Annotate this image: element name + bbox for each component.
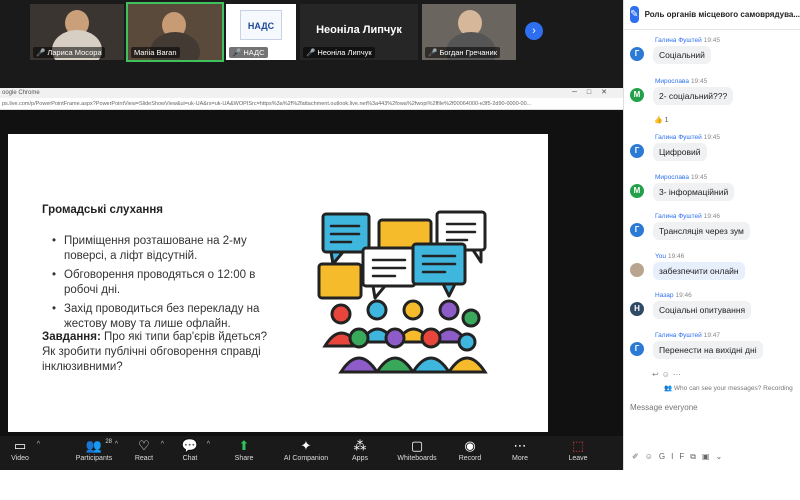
task-label: Завдання: (42, 331, 101, 343)
react-button[interactable]: ♡ React ^ (124, 436, 164, 470)
avatar: Н (630, 302, 644, 316)
screen-share-area: Громадські слухання Приміщення розташова… (0, 110, 623, 463)
avatar: М (630, 88, 644, 102)
apps-button[interactable]: ⁂ Apps (340, 436, 380, 470)
video-tile-1[interactable]: 🎤 Лариса Мосора (30, 4, 124, 60)
chat-bubble[interactable]: Соціальний (653, 46, 711, 64)
camera-icon: ▭ (13, 438, 27, 453)
chat-toolbar: ✐☺GIF⧉▣⌄ (632, 452, 728, 462)
mic-muted-icon: 🎤 (232, 48, 242, 57)
chat-bubble[interactable]: Цифровий (653, 143, 707, 161)
chevron-right-icon[interactable]: › (525, 22, 543, 40)
chat-message-input[interactable] (628, 400, 796, 414)
video-tile-name: Mariia Baran (131, 47, 180, 58)
chevron-up-icon[interactable]: ^ (115, 441, 118, 448)
compose-icon[interactable]: ✎ (630, 6, 639, 23)
chat-bubble[interactable]: Соціальні опитування (653, 301, 752, 319)
video-tile-2[interactable]: Mariia Baran (126, 2, 224, 62)
chat-title: Роль органів місцевого самоврядува... (644, 10, 800, 19)
more-icon: ⋯ (513, 438, 527, 453)
chat-header: ✎ Роль органів місцевого самоврядува... (624, 0, 800, 30)
ai-companion-button[interactable]: ✦ AI Companion (278, 436, 334, 470)
video-tile-5[interactable]: 🎤 Богдан Гречаник (422, 4, 516, 60)
zoom-window: 🎤 Лариса Мосора Mariia Baran НАДС 🎤 НАДС Н… (0, 0, 800, 500)
video-tile-3[interactable]: НАДС 🎤 НАДС (226, 4, 296, 60)
screenshot-icon[interactable]: ⧉ (690, 452, 702, 461)
slide-task: Завдання: Про які типи бар'єрів йдеться?… (42, 330, 282, 375)
participant-display-name: Неоніла Липчук (316, 24, 402, 36)
people-icon: 👥 (664, 385, 673, 392)
slide-bullet: Обговорення проводяться о 12:00 в робочі… (52, 268, 282, 298)
video-tile-4[interactable]: Неоніла Липчук 🎤 Неоніла Липчук (300, 4, 418, 60)
mic-muted-icon: 🎤 (428, 48, 438, 57)
chat-bubble[interactable]: Трансляція через зум (653, 222, 750, 240)
meeting-toolbar: ▭ Video ^ 👥 28 Participants ^ ♡ React ^ 💬 Chat ^ … (0, 436, 623, 470)
meeting-area: 🎤 Лариса Мосора Mariia Baran НАДС 🎤 НАДС Н… (0, 0, 623, 470)
chat-bubble[interactable]: 3- інформаційний (653, 183, 735, 201)
video-tile-name: 🎤 Лариса Мосора (33, 47, 105, 58)
avatar: М (630, 184, 644, 198)
file-icon[interactable]: ▣ (702, 452, 716, 461)
window-controls[interactable]: ─□✕ (572, 88, 617, 98)
share-button[interactable]: ⬆ Share (224, 436, 264, 470)
leave-button[interactable]: ⬚ Leave (558, 436, 598, 470)
presentation-slide: Громадські слухання Приміщення розташова… (8, 134, 548, 463)
mic-muted-icon: 🎤 (306, 48, 316, 57)
emoji-icon[interactable]: ☺ (645, 452, 659, 461)
slide-bullet: Приміщення розташоване на 2-му поверсі, … (52, 234, 282, 264)
more-options-icon[interactable]: ⋯ (673, 370, 684, 379)
emoji-icon[interactable]: ☺ (662, 370, 673, 379)
avatar: Г (630, 144, 644, 158)
reply-icon[interactable]: ↩ (652, 370, 662, 379)
message-actions[interactable]: ↩☺⋯ (652, 370, 684, 379)
privacy-note[interactable]: 👥 Who can see your messages? Recording (664, 384, 793, 392)
slide-bullets: Приміщення розташоване на 2-му поверсі, … (52, 234, 282, 336)
chat-panel: ✎ Роль органів місцевого самоврядува... … (623, 0, 800, 470)
chat-bubble[interactable]: забезпечити онлайн (653, 262, 745, 280)
slide-bullet: Захід проводиться без перекладу на жесто… (52, 302, 282, 332)
more-button[interactable]: ⋯ More (500, 436, 540, 470)
avatar (630, 263, 644, 277)
avatar: Г (630, 342, 644, 356)
chat-bubble[interactable]: 2- соціальний??? (653, 87, 734, 105)
chat-icon: 💬 (181, 438, 199, 453)
browser-url-bar[interactable]: ps.live.com/p/PowerPointFrame.aspx?Power… (0, 98, 623, 110)
sparkle-icon: ✦ (300, 438, 312, 453)
gif-icon[interactable]: GIF (659, 452, 690, 461)
chat-button[interactable]: 💬 Chat ^ (170, 436, 210, 470)
leave-icon: ⬚ (571, 438, 585, 453)
chevron-up-icon[interactable]: ^ (161, 441, 164, 448)
format-icon[interactable]: ✐ (632, 452, 645, 461)
video-button[interactable]: ▭ Video ^ (0, 436, 40, 470)
reaction-badge[interactable]: 👍 1 (654, 116, 669, 124)
avatar: Г (630, 47, 644, 61)
video-tile-name: 🎤 Неоніла Липчук (303, 47, 375, 58)
whiteboards-button[interactable]: ▢ Whiteboards (390, 436, 444, 470)
whiteboard-icon: ▢ (410, 438, 424, 453)
record-button[interactable]: ◉ Record (450, 436, 490, 470)
video-tile-name: 🎤 НАДС (229, 47, 268, 58)
avatar: Г (630, 223, 644, 237)
nads-logo: НАДС (240, 10, 282, 40)
participants-button[interactable]: 👥 28 Participants ^ (70, 436, 118, 470)
heart-icon: ♡ (138, 438, 150, 453)
thumbs-up-icon: 👍 (654, 117, 663, 124)
discussion-illustration (317, 210, 488, 374)
mic-muted-icon: 🎤 (36, 48, 46, 57)
chevron-up-icon[interactable]: ^ (207, 441, 210, 448)
record-icon: ◉ (464, 438, 476, 453)
share-screen-icon: ⬆ (238, 438, 250, 453)
chat-bubble[interactable]: Перенести на вихідні дні (653, 341, 763, 359)
video-tile-name: 🎤 Богдан Гречаник (425, 47, 501, 58)
apps-icon: ⁂ (353, 438, 367, 453)
browser-titlebar: oogle Chrome (0, 88, 623, 98)
slide-title: Громадські слухання (42, 204, 163, 216)
chevron-up-icon[interactable]: ^ (37, 441, 40, 448)
video-strip: 🎤 Лариса Мосора Mariia Baran НАДС 🎤 НАДС Н… (30, 2, 516, 62)
chevron-down-icon[interactable]: ⌄ (716, 452, 729, 461)
